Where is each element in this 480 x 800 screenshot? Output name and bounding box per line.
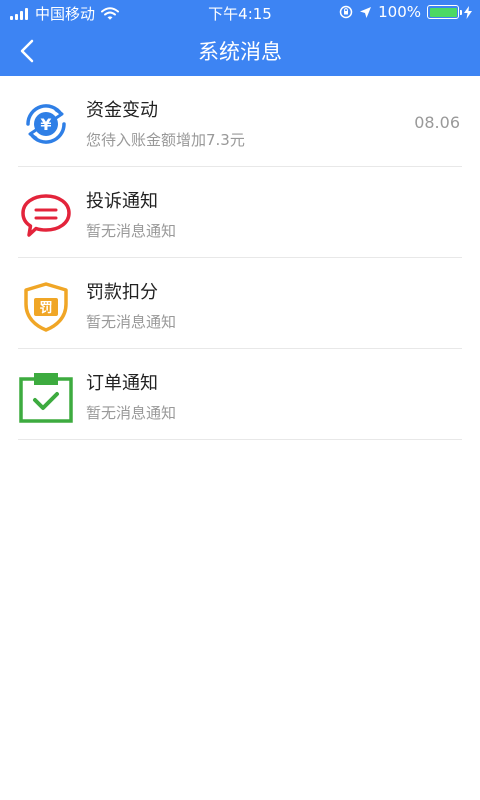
top-bar: 中国移动 下午4:15 100% 系统消息 (0, 0, 480, 76)
message-title: 资金变动 (86, 100, 158, 121)
list-item-fund-change[interactable]: ¥ 资金变动 您待入账金额增加7.3元 08.06 (0, 76, 480, 167)
penalty-symbol: 罚 (39, 301, 52, 316)
message-title: 投诉通知 (86, 191, 158, 212)
message-title: 订单通知 (86, 373, 158, 394)
money-change-icon: ¥ (26, 104, 66, 144)
nav-bar: 系统消息 (0, 24, 480, 76)
battery-percent: 100% (378, 3, 421, 21)
message-subtitle: 暂无消息通知 (86, 313, 177, 331)
complaint-icon (21, 194, 71, 237)
order-clipboard-icon (19, 373, 73, 423)
divider (18, 439, 462, 440)
message-subtitle: 您待入账金额增加7.3元 (86, 131, 245, 149)
message-list: ¥ 资金变动 您待入账金额增加7.3元 08.06 投诉通知 暂无消息通知 罚 … (0, 76, 480, 440)
list-item-penalty[interactable]: 罚 罚款扣分 暂无消息通知 (0, 258, 480, 349)
battery-icon (427, 5, 462, 19)
list-item-complaint[interactable]: 投诉通知 暂无消息通知 (0, 167, 480, 258)
message-subtitle: 暂无消息通知 (86, 222, 177, 240)
charging-icon (464, 5, 472, 19)
yuan-symbol: ¥ (40, 115, 51, 134)
penalty-shield-icon: 罚 (24, 282, 68, 332)
message-subtitle: 暂无消息通知 (86, 404, 177, 422)
list-item-order[interactable]: 订单通知 暂无消息通知 (0, 349, 480, 440)
page-title: 系统消息 (198, 40, 282, 64)
location-arrow-icon (360, 6, 372, 18)
message-date: 08.06 (414, 113, 460, 132)
orientation-lock-icon (339, 5, 353, 19)
message-title: 罚款扣分 (86, 282, 158, 303)
status-bar: 中国移动 下午4:15 100% (0, 0, 480, 24)
